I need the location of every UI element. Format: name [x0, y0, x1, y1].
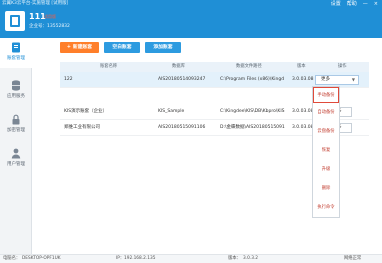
sidebar-item-services[interactable]: 应用服务 — [0, 76, 32, 106]
empty-ledger-button[interactable]: 空白账套 — [104, 42, 140, 53]
cell-path: D:\金蝶数据\AIS20180515091 — [220, 125, 285, 130]
trial-badge: 试用版 — [44, 14, 56, 19]
company-id-line: 企业号：13552832 — [29, 24, 70, 30]
cell-version: 3.0.03.08 — [292, 109, 314, 114]
menu-item-restore[interactable]: 恢复 — [313, 143, 339, 159]
plus-icon: + — [66, 45, 71, 50]
help-button[interactable]: 帮助 — [347, 1, 357, 7]
cell-path: C:\Program Files (x86)\Kingd — [220, 77, 285, 82]
company-id-value: 13552832 — [47, 24, 70, 29]
computer-name-label: 电脑名： — [3, 256, 21, 261]
sidebar-item-label: 用户管理 — [7, 162, 25, 167]
menu-item-delete[interactable]: 删除 — [313, 181, 339, 197]
column-header-version: 版本 — [297, 64, 306, 69]
column-header-path: 数据文件路径 — [236, 64, 262, 69]
column-header-name: 账套名称 — [100, 64, 118, 69]
cell-name: 郑维工业有限公司 — [64, 125, 100, 130]
menu-item-upgrade[interactable]: 升级 — [313, 162, 339, 178]
chevron-down-icon: ▼ — [351, 77, 355, 82]
window-title: 云翼K3云平台-实施管理 [试用版] — [2, 1, 69, 6]
sidebar-item-users[interactable]: 用户管理 — [0, 144, 32, 174]
menu-item-execute-command[interactable]: 执行命令 — [313, 200, 339, 216]
settings-button[interactable]: 设置 — [331, 1, 341, 7]
title-bar: 云翼K3云平台-实施管理 [试用版] 设置 帮助 — × 111 试用版 企业号… — [0, 0, 382, 38]
ip-label: IP： — [116, 256, 125, 261]
network-status: 网络正常 — [344, 256, 362, 261]
more-operations-select[interactable]: 更多 ▼ — [315, 75, 359, 85]
cell-version: 3.0.03.08 — [292, 77, 314, 82]
sidebar-item-encryption[interactable]: 加密管理 — [0, 110, 32, 140]
database-icon — [12, 80, 20, 91]
sidebar: 账套管理 应用服务 加密管理 用户管理 — [0, 38, 32, 254]
column-header-operation: 操作 — [338, 64, 347, 69]
cell-name: KIS演示账套（企业） — [64, 109, 108, 114]
cell-db: KIS_Sample — [158, 109, 185, 114]
sidebar-item-label: 加密管理 — [7, 128, 25, 133]
cell-path: C:\Kingdee\KIS\DB\Kbpro\KIS — [220, 109, 285, 114]
add-ledger-button[interactable]: 添加账套 — [145, 42, 181, 53]
lock-icon — [12, 114, 20, 125]
app-logo — [5, 11, 25, 31]
user-icon — [11, 148, 21, 159]
new-ledger-button[interactable]: + 新建账套 — [60, 42, 99, 53]
sidebar-item-ledger[interactable]: 账套管理 — [0, 38, 32, 68]
ledger-icon — [12, 42, 20, 53]
version-value: 3.0.3.2 — [243, 256, 259, 261]
column-header-db: 数据库 — [172, 64, 185, 69]
status-bar: 电脑名： DESKTOP-OPF1UK IP： 192.168.2.135 版本… — [0, 254, 382, 263]
sidebar-item-label: 应用服务 — [7, 94, 25, 99]
minimize-button[interactable]: — — [363, 1, 368, 7]
new-ledger-label: 新建账套 — [72, 45, 93, 50]
menu-item-cloud-backup[interactable]: 云盘备份 — [313, 124, 339, 140]
more-operations-label: 更多 — [321, 77, 330, 82]
version-label: 版本： — [228, 256, 241, 261]
menu-item-auto-backup[interactable]: 自动备份 — [313, 105, 339, 121]
ip-value: 192.168.2.135 — [124, 256, 156, 261]
menu-item-manual-backup[interactable]: 手动备份 — [313, 87, 339, 103]
close-button[interactable]: × — [374, 1, 378, 7]
operations-dropdown-menu: 手动备份 自动备份 云盘备份 恢复 升级 删除 执行命令 — [312, 86, 340, 218]
computer-name-value: DESKTOP-OPF1UK — [22, 256, 61, 261]
window-controls: 设置 帮助 — × — [331, 1, 378, 7]
cell-db: AIS20180515091106 — [158, 125, 206, 130]
cell-name: 122 — [64, 77, 73, 82]
table-header: 账套名称 数据库 数据文件路径 版本 操作 — [60, 62, 369, 72]
logo-icon — [10, 15, 20, 27]
sidebar-item-label: 账套管理 — [7, 56, 25, 61]
company-id-label: 企业号： — [29, 24, 47, 29]
cell-db: AIS20180514093247 — [158, 77, 206, 82]
cell-version: 3.0.03.08 — [292, 125, 314, 130]
